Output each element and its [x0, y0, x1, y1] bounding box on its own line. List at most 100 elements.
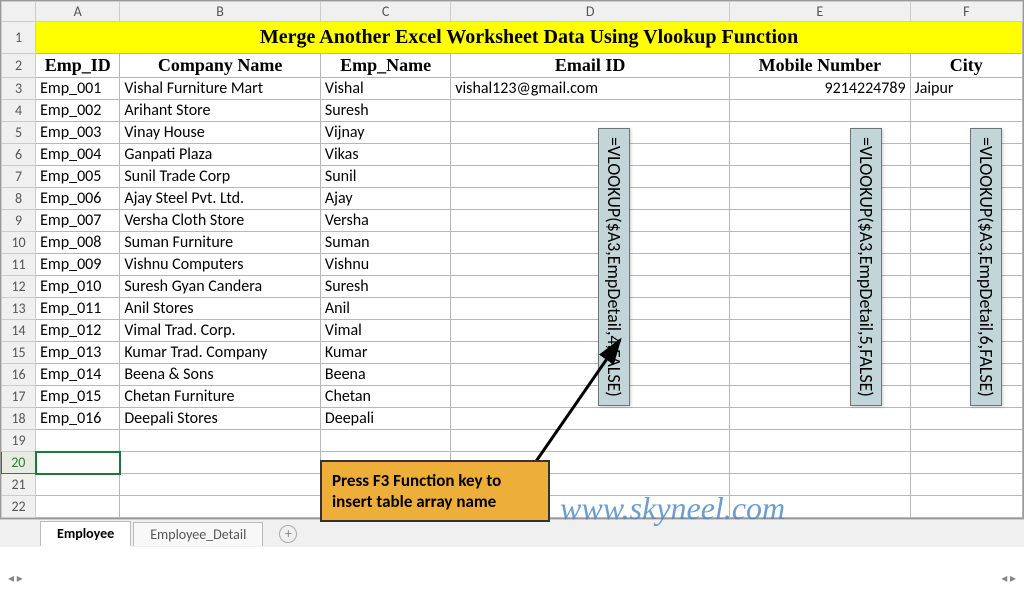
cell-emp-id[interactable]: Emp_013 [36, 342, 120, 364]
row-header[interactable]: 19 [2, 430, 36, 452]
cell-emp-name[interactable]: Vijnay [320, 122, 450, 144]
row-header-1[interactable]: 1 [2, 22, 36, 54]
corner-cell[interactable] [2, 2, 36, 22]
row-header[interactable]: 9 [2, 210, 36, 232]
cell-city[interactable] [910, 144, 1022, 166]
cell[interactable] [910, 430, 1022, 452]
cell[interactable] [320, 430, 450, 452]
cell-emp-name[interactable]: Vimal [320, 320, 450, 342]
col-header-E[interactable]: E [730, 2, 911, 22]
cell[interactable] [730, 430, 911, 452]
cell-emp-name[interactable]: Kumar [320, 342, 450, 364]
cell-email[interactable] [451, 232, 730, 254]
cell-emp-id[interactable]: Emp_002 [36, 100, 120, 122]
cell-email[interactable] [451, 144, 730, 166]
cell-email[interactable] [451, 210, 730, 232]
cell[interactable] [36, 496, 120, 518]
cell-mobile[interactable] [730, 364, 911, 386]
cell-company[interactable]: Ajay Steel Pvt. Ltd. [120, 188, 321, 210]
row-header[interactable]: 15 [2, 342, 36, 364]
cell-city[interactable] [910, 342, 1022, 364]
cell-city[interactable] [910, 408, 1022, 430]
row-header[interactable]: 18 [2, 408, 36, 430]
row-header[interactable]: 7 [2, 166, 36, 188]
cell-emp-id[interactable]: Emp_012 [36, 320, 120, 342]
row-header[interactable]: 13 [2, 298, 36, 320]
cell-company[interactable]: Vishnu Computers [120, 254, 321, 276]
header-emp-id[interactable]: Emp_ID [36, 54, 120, 78]
cell-emp-id[interactable]: Emp_009 [36, 254, 120, 276]
row-header[interactable]: 14 [2, 320, 36, 342]
cell-emp-name[interactable]: Chetan [320, 386, 450, 408]
cell-email[interactable] [451, 342, 730, 364]
cell-emp-name[interactable]: Sunil [320, 166, 450, 188]
row-header[interactable]: 8 [2, 188, 36, 210]
cell-emp-id[interactable]: Emp_015 [36, 386, 120, 408]
cell-mobile[interactable] [730, 122, 911, 144]
row-header[interactable]: 20 [2, 452, 36, 474]
cell-emp-name[interactable]: Versha [320, 210, 450, 232]
cell-emp-name[interactable]: Vikas [320, 144, 450, 166]
cell[interactable] [451, 430, 730, 452]
sheet-title[interactable]: Merge Another Excel Worksheet Data Using… [36, 22, 1023, 54]
cell[interactable] [910, 474, 1022, 496]
cell[interactable] [120, 430, 321, 452]
cell-email[interactable]: vishal123@gmail.com [451, 78, 730, 100]
cell-company[interactable]: Arihant Store [120, 100, 321, 122]
cell-emp-id[interactable]: Emp_003 [36, 122, 120, 144]
tab-nav-left-icon[interactable]: ◂ ▸ [8, 571, 23, 586]
cell-emp-name[interactable]: Suman [320, 232, 450, 254]
cell[interactable] [120, 474, 321, 496]
cell[interactable] [36, 430, 120, 452]
col-header-F[interactable]: F [910, 2, 1022, 22]
row-header[interactable]: 17 [2, 386, 36, 408]
cell-city[interactable] [910, 320, 1022, 342]
cell-email[interactable] [451, 276, 730, 298]
cell-emp-id[interactable]: Emp_008 [36, 232, 120, 254]
cell-emp-name[interactable]: Deepali [320, 408, 450, 430]
col-header-D[interactable]: D [451, 2, 730, 22]
cell-city[interactable] [910, 210, 1022, 232]
row-header[interactable]: 22 [2, 496, 36, 518]
cell-email[interactable] [451, 188, 730, 210]
cell-mobile[interactable] [730, 386, 911, 408]
cell-emp-id[interactable]: Emp_007 [36, 210, 120, 232]
cell-city[interactable] [910, 364, 1022, 386]
row-header[interactable]: 11 [2, 254, 36, 276]
row-header[interactable]: 6 [2, 144, 36, 166]
add-sheet-button[interactable]: + [279, 525, 297, 543]
row-header[interactable]: 3 [2, 78, 36, 100]
cell-mobile[interactable] [730, 320, 911, 342]
cell-company[interactable]: Versha Cloth Store [120, 210, 321, 232]
cell-city[interactable] [910, 386, 1022, 408]
cell-city[interactable] [910, 276, 1022, 298]
row-header-2[interactable]: 2 [2, 54, 36, 78]
cell-emp-name[interactable]: Suresh [320, 100, 450, 122]
row-header[interactable]: 5 [2, 122, 36, 144]
col-header-A[interactable]: A [36, 2, 120, 22]
cell-company[interactable]: Beena & Sons [120, 364, 321, 386]
cell-emp-name[interactable]: Ajay [320, 188, 450, 210]
header-email[interactable]: Email ID [451, 54, 730, 78]
row-header[interactable]: 4 [2, 100, 36, 122]
row-header[interactable]: 16 [2, 364, 36, 386]
cell-city[interactable] [910, 100, 1022, 122]
cell[interactable] [910, 496, 1022, 518]
cell-mobile[interactable]: 9214224789 [730, 78, 911, 100]
cell[interactable] [120, 452, 321, 474]
cell-company[interactable]: Chetan Furniture [120, 386, 321, 408]
cell-emp-id[interactable]: Emp_010 [36, 276, 120, 298]
cell-city[interactable] [910, 232, 1022, 254]
cell-city[interactable] [910, 166, 1022, 188]
cell-mobile[interactable] [730, 210, 911, 232]
cell-email[interactable] [451, 408, 730, 430]
row-header[interactable]: 12 [2, 276, 36, 298]
row-header[interactable]: 21 [2, 474, 36, 496]
cell-city[interactable] [910, 298, 1022, 320]
cell-emp-id[interactable]: Emp_016 [36, 408, 120, 430]
cell[interactable] [910, 452, 1022, 474]
cell-city[interactable] [910, 122, 1022, 144]
header-mobile[interactable]: Mobile Number [730, 54, 911, 78]
cell-email[interactable] [451, 364, 730, 386]
cell-mobile[interactable] [730, 408, 911, 430]
